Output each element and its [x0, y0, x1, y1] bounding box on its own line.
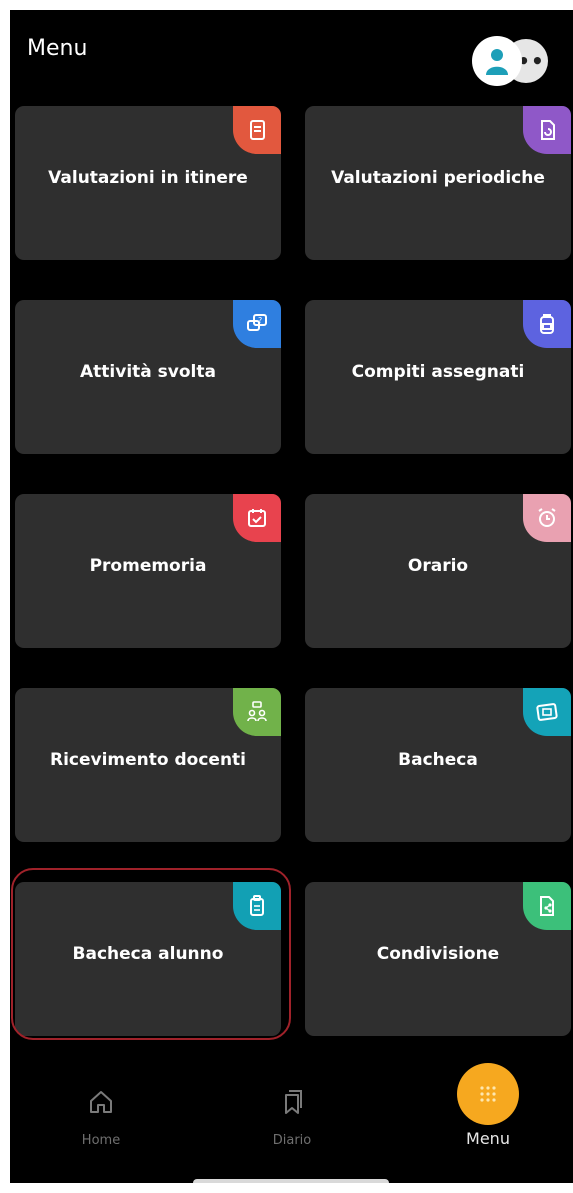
menu-card-bacheca[interactable]: Bacheca	[305, 688, 571, 842]
menu-card-valutazioni-in-itinere[interactable]: Valutazioni in itinere	[15, 106, 281, 260]
alarm-clock-icon	[538, 508, 556, 527]
card-label: Valutazioni in itinere	[48, 168, 248, 188]
card-badge	[523, 106, 571, 154]
backpack-icon	[540, 314, 554, 334]
card-badge	[523, 494, 571, 542]
menu-card-valutazioni-periodiche[interactable]: Valutazioni periodiche	[305, 106, 571, 260]
card-label: Promemoria	[89, 556, 207, 576]
menu-card-promemoria[interactable]: Promemoria	[15, 494, 281, 648]
svg-text:?: ?	[258, 316, 262, 325]
clipboard-icon	[250, 895, 264, 916]
home-icon	[86, 1085, 116, 1119]
menu-card-attivita-svolta[interactable]: ? Attività svolta	[15, 300, 281, 454]
nav-diario[interactable]: Diario	[232, 1057, 352, 1157]
card-label: Orario	[407, 556, 469, 576]
card-label: Attività svolta	[80, 362, 216, 382]
share-document-icon	[540, 896, 554, 916]
menu-card-compiti-assegnati[interactable]: Compiti assegnati	[305, 300, 571, 454]
card-label: Bacheca	[398, 750, 478, 770]
document-rotate-icon	[541, 120, 555, 140]
nav-menu[interactable]: Menu	[428, 1057, 548, 1157]
card-badge	[233, 688, 281, 736]
page-title: Menu	[27, 36, 88, 61]
user-icon	[486, 49, 508, 75]
card-badge	[523, 882, 571, 930]
app-screen: Menu •• Valutazioni in itinere Valutazio…	[10, 10, 573, 1183]
card-label: Bacheca alunno	[72, 944, 224, 964]
menu-card-ricevimento-docenti[interactable]: Ricevimento docenti	[15, 688, 281, 842]
card-badge	[233, 882, 281, 930]
home-indicator	[193, 1179, 389, 1183]
noticeboard-icon	[536, 703, 558, 721]
menu-card-orario[interactable]: Orario	[305, 494, 571, 648]
bookmarks-icon	[277, 1085, 307, 1119]
nav-home-label: Home	[81, 1133, 121, 1148]
menu-grid-icon[interactable]	[457, 1063, 519, 1125]
card-label: Condivisione	[376, 944, 500, 964]
card-badge	[523, 688, 571, 736]
calendar-check-icon	[248, 509, 266, 527]
account-switcher[interactable]: ••	[472, 36, 560, 86]
card-label: Valutazioni periodiche	[331, 168, 545, 188]
card-label: Ricevimento docenti	[49, 750, 246, 770]
card-badge	[523, 300, 571, 348]
menu-card-bacheca-alunno[interactable]: Bacheca alunno	[15, 882, 281, 1036]
meeting-icon	[247, 701, 267, 722]
nav-diario-label: Diario	[272, 1133, 312, 1148]
card-badge	[233, 494, 281, 542]
card-badge: ?	[233, 300, 281, 348]
card-label: Compiti assegnati	[351, 362, 525, 382]
bottom-nav: Home Diario Menu	[10, 1057, 573, 1157]
card-badge	[233, 106, 281, 154]
menu-card-condivisione[interactable]: Condivisione	[305, 882, 571, 1036]
clipboard-doc-icon	[250, 120, 265, 140]
chat-question-icon: ?	[247, 314, 267, 331]
nav-home[interactable]: Home	[41, 1057, 161, 1157]
nav-menu-label: Menu	[466, 1129, 510, 1148]
avatar[interactable]	[472, 36, 522, 86]
